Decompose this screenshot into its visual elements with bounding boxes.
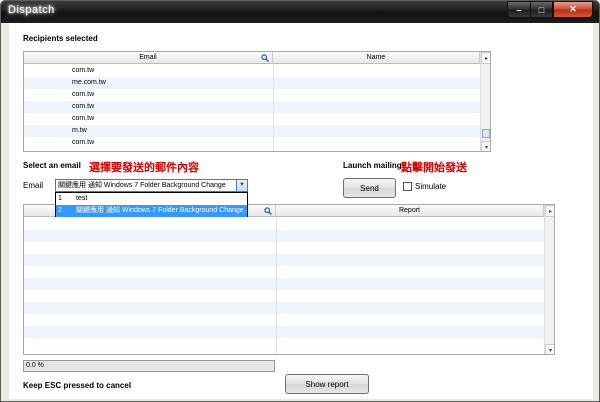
table-row[interactable]: m.tw: [24, 125, 480, 137]
email-cell: com.tw: [72, 91, 95, 98]
recipients-section-title: Recipients selected: [23, 34, 98, 43]
table-row[interactable]: [24, 302, 544, 314]
email-column-header[interactable]: Email: [24, 52, 273, 64]
email-cell: com.tw: [72, 139, 95, 146]
chevron-down-icon[interactable]: ▼: [236, 180, 247, 191]
recipients-table: Email Name com.tw me.com.tw com.tw com.tw co…: [23, 51, 491, 152]
scroll-right-arrow-icon[interactable]: ▸: [545, 205, 554, 217]
search-icon[interactable]: [261, 54, 269, 62]
recipients-scrollbar[interactable]: ▸ ▾: [480, 52, 490, 151]
title-bar[interactable]: Dispatch – □ ✕: [1, 1, 599, 23]
table-row[interactable]: [24, 218, 544, 230]
simulate-label: Simulate: [415, 182, 447, 191]
table-row[interactable]: [24, 314, 544, 326]
table-row[interactable]: [24, 266, 544, 278]
maximize-button[interactable]: □: [530, 1, 553, 18]
table-row[interactable]: [24, 278, 544, 290]
column-divider: [273, 65, 274, 151]
email-field-label: Email: [23, 181, 44, 190]
select-email-annotation: 選擇要發送的郵件內容: [89, 162, 199, 174]
table-row[interactable]: com.tw: [24, 101, 480, 113]
column-divider: [276, 218, 277, 354]
dropdown-option-1[interactable]: 1 test: [56, 193, 247, 205]
table-row[interactable]: com.tw: [24, 65, 480, 77]
table-row[interactable]: me.com.tw: [24, 77, 480, 89]
table-row[interactable]: com.tw: [24, 137, 480, 149]
email-cell: m.tw: [72, 127, 87, 134]
window-controls: – □ ✕: [507, 1, 593, 19]
table-row[interactable]: [24, 338, 544, 350]
scroll-down-arrow-icon[interactable]: ▾: [545, 344, 554, 354]
report-table: Report ▸ ▾: [23, 204, 555, 355]
name-column-header[interactable]: Name: [273, 52, 480, 64]
email-dropdown-list: 1 test 2 關鍵應用 通知 Windows 7 Folder Backgr…: [55, 192, 248, 217]
scroll-down-arrow-icon[interactable]: ▾: [481, 141, 490, 151]
table-row[interactable]: com.tw: [24, 113, 480, 125]
email-cell: com.tw: [72, 115, 95, 122]
dropdown-option-2[interactable]: 2 關鍵應用 通知 Windows 7 Folder Background Ch…: [56, 205, 247, 217]
progress-bar: 0.0 %: [23, 360, 275, 372]
simulate-checkbox[interactable]: [403, 182, 412, 191]
close-button[interactable]: ✕: [553, 1, 593, 18]
select-email-section-title: Select an email: [23, 161, 81, 170]
scroll-thumb[interactable]: [482, 129, 490, 138]
table-row[interactable]: [24, 290, 544, 302]
show-report-button[interactable]: Show report: [285, 374, 369, 394]
table-row[interactable]: com.tw: [24, 89, 480, 101]
table-row[interactable]: [24, 242, 544, 254]
client-area: Recipients selected Email Name com.tw me.…: [9, 23, 593, 399]
search-icon[interactable]: [264, 207, 272, 215]
email-select[interactable]: 關鍵應用 通知 Windows 7 Folder Background Chan…: [55, 179, 248, 192]
cancel-hint: Keep ESC pressed to cancel: [23, 381, 132, 390]
table-row[interactable]: [24, 230, 544, 242]
launch-section-title: Launch mailing: [343, 161, 402, 170]
table-row[interactable]: [24, 326, 544, 338]
dispatch-window: Dispatch – □ ✕ Recipients selected Email…: [0, 0, 600, 402]
send-button[interactable]: Send: [343, 178, 396, 198]
email-cell: com.tw: [72, 67, 95, 74]
minimize-button[interactable]: –: [507, 1, 530, 18]
scroll-right-arrow-icon[interactable]: ▸: [481, 52, 490, 64]
window-title: Dispatch: [8, 4, 55, 16]
report-column-header[interactable]: Report: [276, 205, 544, 217]
email-cell: com.tw: [72, 103, 95, 110]
table-row[interactable]: [24, 254, 544, 266]
report-scrollbar[interactable]: ▸ ▾: [544, 205, 554, 354]
launch-annotation: 點擊開始發送: [401, 162, 467, 174]
email-cell: me.com.tw: [72, 79, 106, 86]
